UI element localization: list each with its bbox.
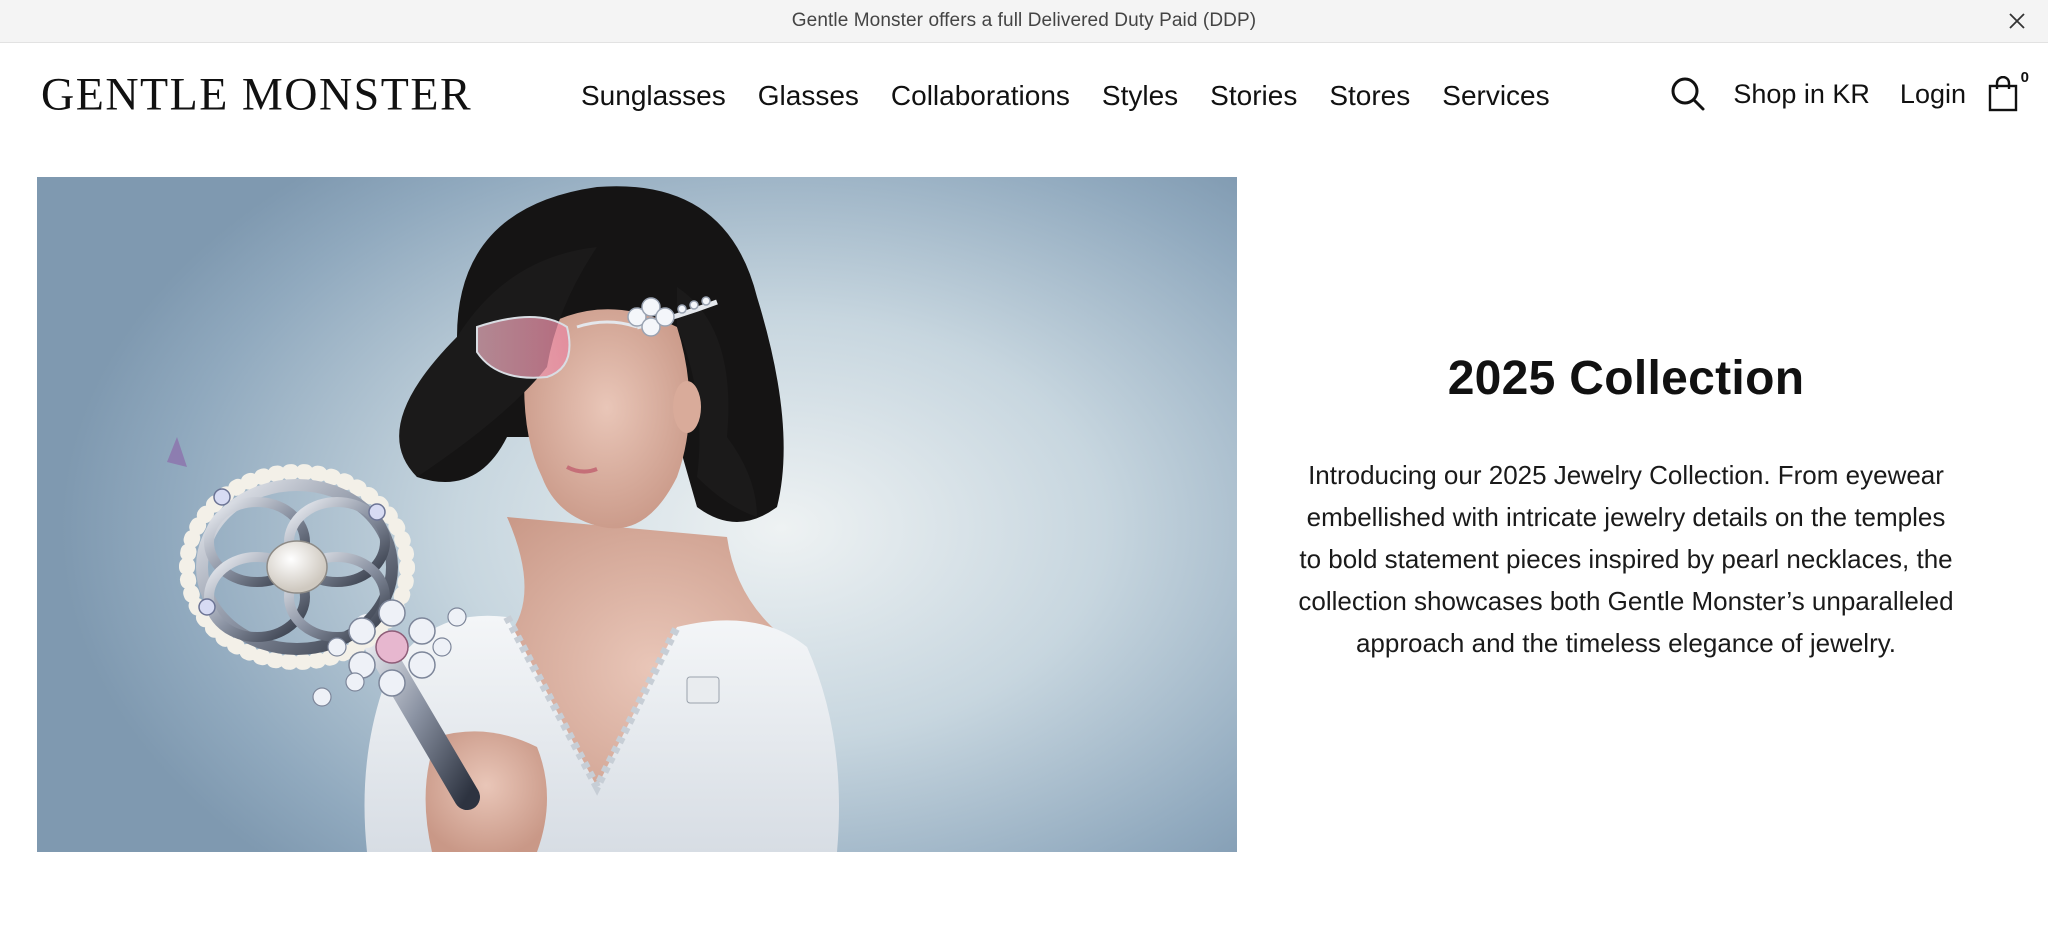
nav-item-stores[interactable]: Stores	[1313, 79, 1426, 113]
site-header: GENTLE MONSTER Sunglasses Glasses Collab…	[0, 44, 2048, 150]
announcement-bar: Gentle Monster offers a full Delivered D…	[0, 0, 2048, 43]
hero-text-block: 2025 Collection Introducing our 2025 Jew…	[1283, 350, 1969, 664]
header-utility: Shop in KR Login 0	[1669, 70, 2029, 115]
nav-item-sunglasses[interactable]: Sunglasses	[565, 79, 742, 113]
nav-item-services[interactable]: Services	[1426, 79, 1565, 113]
announcement-text: Gentle Monster offers a full Delivered D…	[791, 10, 1257, 31]
nav-item-stories[interactable]: Stories	[1194, 79, 1313, 113]
main-nav: Sunglasses Glasses Collaborations Styles…	[565, 79, 1566, 113]
login-link[interactable]: Login	[1900, 78, 1966, 110]
close-icon[interactable]	[2002, 6, 2032, 36]
nav-item-styles[interactable]: Styles	[1086, 79, 1194, 113]
search-icon[interactable]	[1669, 75, 1707, 113]
cart-button[interactable]: 0	[1986, 70, 2029, 114]
brand-logo[interactable]: GENTLE MONSTER	[41, 70, 472, 118]
shopping-bag-icon	[1988, 76, 2018, 112]
shop-region-link[interactable]: Shop in KR	[1733, 78, 1870, 110]
hero-image	[37, 177, 1237, 852]
hero-title: 2025 Collection	[1447, 352, 1805, 405]
nav-item-collaborations[interactable]: Collaborations	[875, 79, 1086, 113]
hero-description: Introducing our 2025 Jewelry Collection.…	[1298, 459, 1954, 658]
nav-item-glasses[interactable]: Glasses	[742, 79, 875, 113]
cart-count-badge: 0	[2020, 69, 2029, 86]
